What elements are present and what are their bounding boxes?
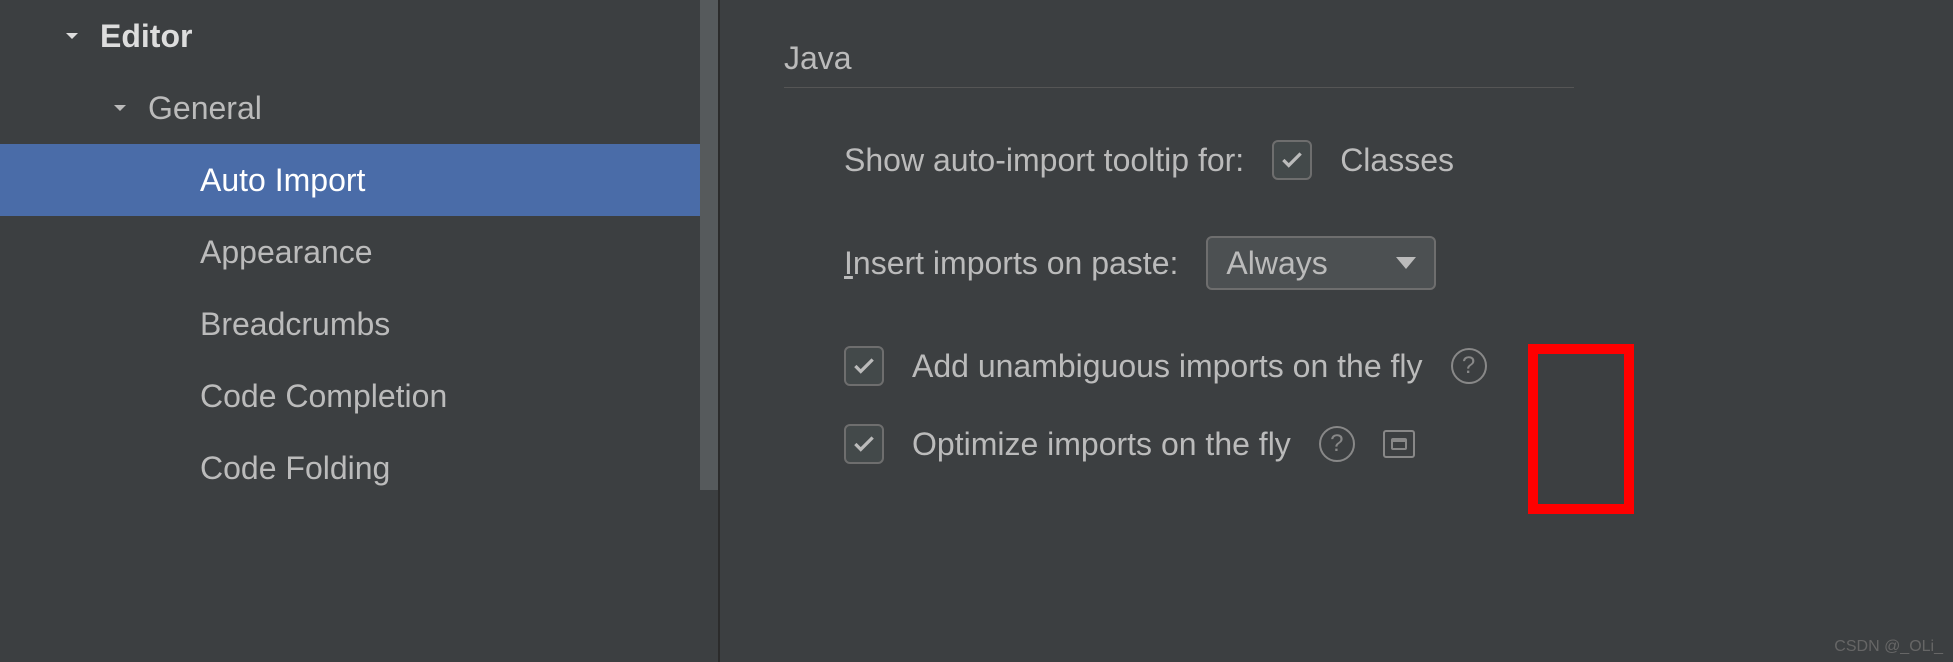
chevron-down-icon	[56, 20, 88, 52]
optimize-label: Optimize imports on the fly	[912, 426, 1291, 463]
help-icon[interactable]: ?	[1319, 426, 1355, 462]
sidebar-item-label: Code Completion	[200, 378, 447, 415]
sidebar-item-breadcrumbs[interactable]: Breadcrumbs	[0, 288, 718, 360]
checkbox-classes[interactable]	[1272, 140, 1312, 180]
sidebar-item-code-completion[interactable]: Code Completion	[0, 360, 718, 432]
classes-label: Classes	[1340, 142, 1454, 179]
section-title-java: Java	[784, 40, 1574, 88]
sidebar-item-appearance[interactable]: Appearance	[0, 216, 718, 288]
settings-content: Java Show auto-import tooltip for: Class…	[720, 0, 1953, 662]
tooltip-label: Show auto-import tooltip for:	[844, 142, 1244, 179]
settings-sidebar: Editor General Auto Import Appearance Br…	[0, 0, 720, 662]
scope-icon[interactable]	[1383, 430, 1415, 458]
setting-row-optimize: Optimize imports on the fly ?	[784, 424, 1953, 464]
checkbox-optimize-imports[interactable]	[844, 424, 884, 464]
sidebar-item-editor[interactable]: Editor	[0, 0, 718, 72]
checkbox-add-unambiguous[interactable]	[844, 346, 884, 386]
dropdown-arrow-icon	[1396, 257, 1416, 269]
insert-paste-label: Insert imports on paste:	[844, 245, 1178, 282]
sidebar-item-label: Code Folding	[200, 450, 390, 487]
help-icon[interactable]: ?	[1451, 348, 1487, 384]
add-unambiguous-label: Add unambiguous imports on the fly	[912, 348, 1423, 385]
setting-row-tooltip: Show auto-import tooltip for: Classes	[784, 140, 1953, 180]
chevron-down-icon	[104, 92, 136, 124]
sidebar-item-label: Appearance	[200, 234, 373, 271]
sidebar-item-general[interactable]: General	[0, 72, 718, 144]
sidebar-scrollbar[interactable]	[700, 0, 718, 490]
sidebar-item-auto-import[interactable]: Auto Import	[0, 144, 718, 216]
sidebar-item-label: Auto Import	[200, 162, 365, 199]
select-value: Always	[1226, 245, 1327, 282]
select-insert-imports[interactable]: Always	[1206, 236, 1436, 290]
watermark: CSDN @_OLi_	[1834, 638, 1943, 656]
sidebar-item-label: General	[148, 90, 262, 127]
sidebar-item-label: Editor	[100, 18, 192, 55]
setting-row-add-unambiguous: Add unambiguous imports on the fly ?	[784, 346, 1953, 386]
sidebar-item-code-folding[interactable]: Code Folding	[0, 432, 718, 504]
setting-row-insert-paste: Insert imports on paste: Always	[784, 236, 1953, 290]
sidebar-item-label: Breadcrumbs	[200, 306, 390, 343]
